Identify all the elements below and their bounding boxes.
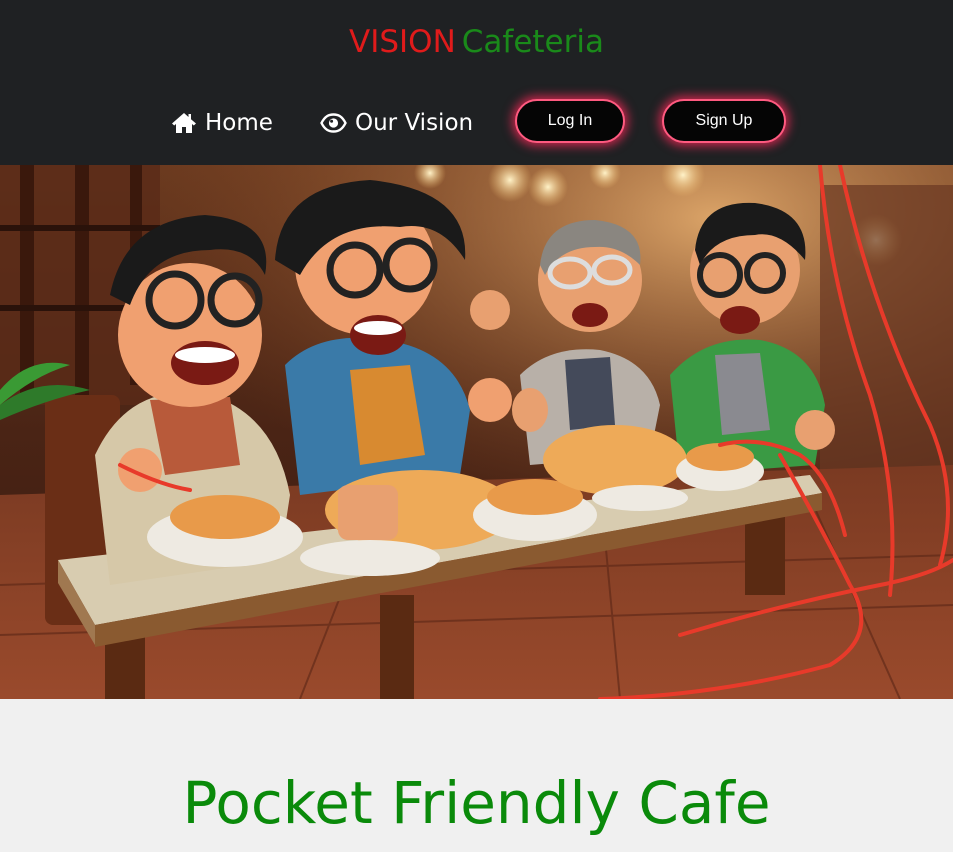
nav-home-link[interactable]: Home	[171, 108, 273, 138]
hero-image	[0, 165, 953, 699]
home-icon	[172, 113, 196, 133]
brand-word-vision: VISION	[349, 24, 456, 60]
nav-home-label: Home	[205, 110, 273, 136]
login-button[interactable]: Log In	[515, 99, 625, 143]
eye-icon	[320, 113, 347, 133]
brand-word-cafeteria: Cafeteria	[461, 24, 604, 60]
nav-our-vision-label: Our Vision	[355, 110, 474, 136]
main-nav: Home Our Vision Log In Sign Up	[0, 96, 953, 150]
site-logo[interactable]: VISION Cafeteria	[0, 22, 953, 62]
site-header: VISION Cafeteria Home Our Vision Log In S…	[0, 0, 953, 165]
page-tagline: Pocket Friendly Cafe	[182, 769, 771, 837]
signup-button[interactable]: Sign Up	[662, 99, 786, 143]
nav-our-vision-link[interactable]: Our Vision	[320, 108, 473, 138]
